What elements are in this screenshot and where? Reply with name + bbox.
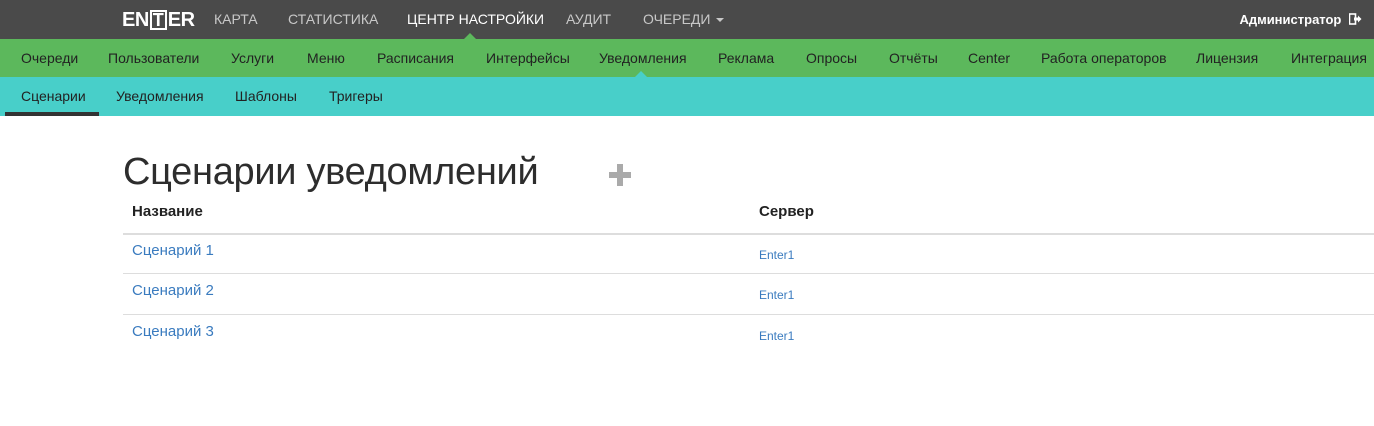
page-title: Сценарии уведомлений [123,151,539,193]
server-cell: Enter1 [759,248,795,262]
menu-item-interfaces[interactable]: Интерфейсы [486,39,570,77]
topnav-queues-dropdown[interactable]: ОЧЕРЕДИ [643,0,725,39]
topnav-statistics[interactable]: СТАТИСТИКА [288,0,378,39]
menu-item-menu[interactable]: Меню [307,39,345,77]
logout-icon[interactable] [1348,1,1362,40]
column-header-name: Название [132,203,203,220]
topnav-audit[interactable]: АУДИТ [566,0,611,39]
column-header-server: Сервер [759,203,814,220]
menu-item-integration[interactable]: Интеграция [1291,39,1367,77]
logo-text-part3: ER [167,9,195,31]
row-divider [123,314,1374,315]
scenario-link[interactable]: Сценарий 3 [132,323,214,341]
menu-item-users[interactable]: Пользователи [108,39,199,77]
notifications-submenu-bar: Сценарии Уведомления Шаблоны Тригеры [0,77,1374,116]
add-scenario-button[interactable] [608,163,632,187]
top-navbar: EN T ER КАРТА СТАТИСТИКА ЦЕНТР НАСТРОЙКИ А… [0,0,1374,39]
settings-menu-bar: Очереди Пользователи Услуги Меню Расписа… [0,39,1374,77]
chevron-down-icon [716,18,725,23]
menu-item-license[interactable]: Лицензия [1196,39,1258,77]
logo-text-part1: EN [122,9,149,31]
menu-item-reports[interactable]: Отчёты [889,39,938,77]
topnav-queues-label: ОЧЕРЕДИ [643,11,711,27]
tab-templates[interactable]: Шаблоны [235,77,297,116]
tab-notifications[interactable]: Уведомления [116,77,204,116]
scenario-link[interactable]: Сценарий 1 [132,242,214,260]
row-divider [123,273,1374,274]
user-menu[interactable]: Администратор [1239,0,1362,39]
server-cell: Enter1 [759,288,795,302]
menu-item-ads[interactable]: Реклама [718,39,774,77]
menu-item-queues[interactable]: Очереди [21,39,78,77]
tab-scenarios[interactable]: Сценарии [21,77,86,116]
user-name: Администратор [1239,12,1342,27]
active-tab-underline [5,112,99,116]
enter-logo[interactable]: EN T ER [122,9,195,31]
menu-item-schedules[interactable]: Расписания [377,39,454,77]
scenario-link[interactable]: Сценарий 2 [132,282,214,300]
logo-text-boxed: T [149,10,167,30]
server-cell: Enter1 [759,329,795,343]
tab-triggers[interactable]: Тригеры [329,77,383,116]
table-header-divider [123,233,1374,235]
menu-item-services[interactable]: Услуги [231,39,274,77]
menu-item-operators-work[interactable]: Работа операторов [1041,39,1167,77]
menu-item-surveys[interactable]: Опросы [806,39,857,77]
topnav-map[interactable]: КАРТА [214,0,258,39]
menu-item-center[interactable]: Center [968,39,1010,77]
